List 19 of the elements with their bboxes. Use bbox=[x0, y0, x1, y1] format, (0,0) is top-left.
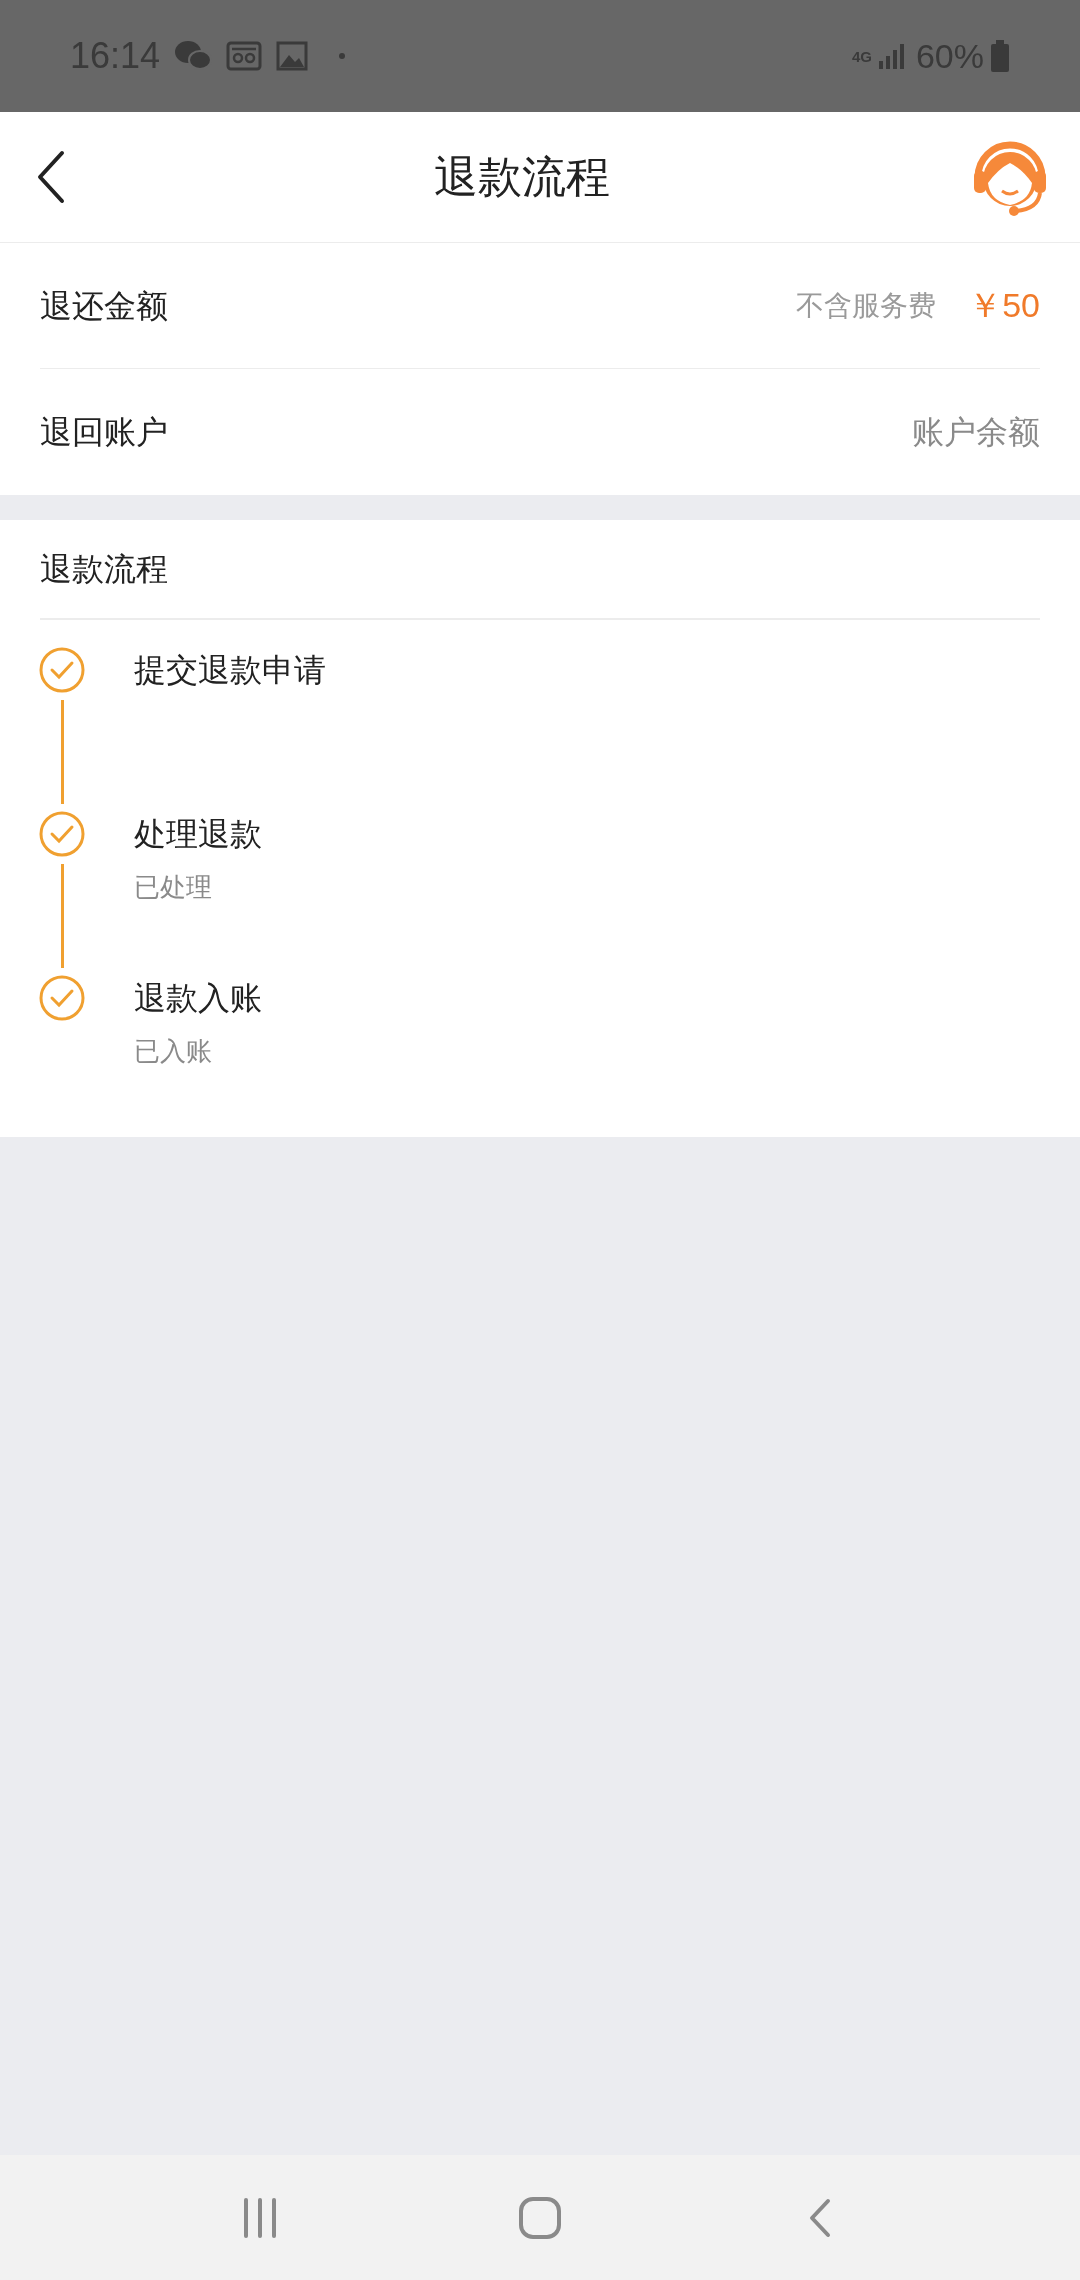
step-title: 退款入账 bbox=[134, 979, 262, 1018]
row-label: 退回账户 bbox=[40, 413, 168, 452]
page-title: 退款流程 bbox=[434, 151, 610, 203]
row-value: ￥50 bbox=[968, 285, 1040, 326]
step-title: 提交退款申请 bbox=[134, 651, 326, 690]
back-icon[interactable] bbox=[808, 2197, 832, 2238]
image-icon bbox=[276, 41, 309, 71]
voicemail-icon bbox=[226, 41, 263, 71]
step-status: 已处理 bbox=[134, 871, 213, 904]
dot-icon bbox=[338, 52, 347, 60]
step-title: 处理退款 bbox=[134, 815, 262, 854]
step-status: 已入账 bbox=[134, 1035, 213, 1068]
row-label: 退还金额 bbox=[40, 286, 168, 326]
row-note: 不含服务费 bbox=[796, 288, 937, 323]
signal-icon bbox=[877, 43, 906, 69]
battery-icon bbox=[990, 40, 1010, 72]
section-title: 退款流程 bbox=[40, 550, 168, 589]
home-icon[interactable] bbox=[518, 2195, 562, 2240]
row-value: 账户余额 bbox=[912, 413, 1040, 452]
